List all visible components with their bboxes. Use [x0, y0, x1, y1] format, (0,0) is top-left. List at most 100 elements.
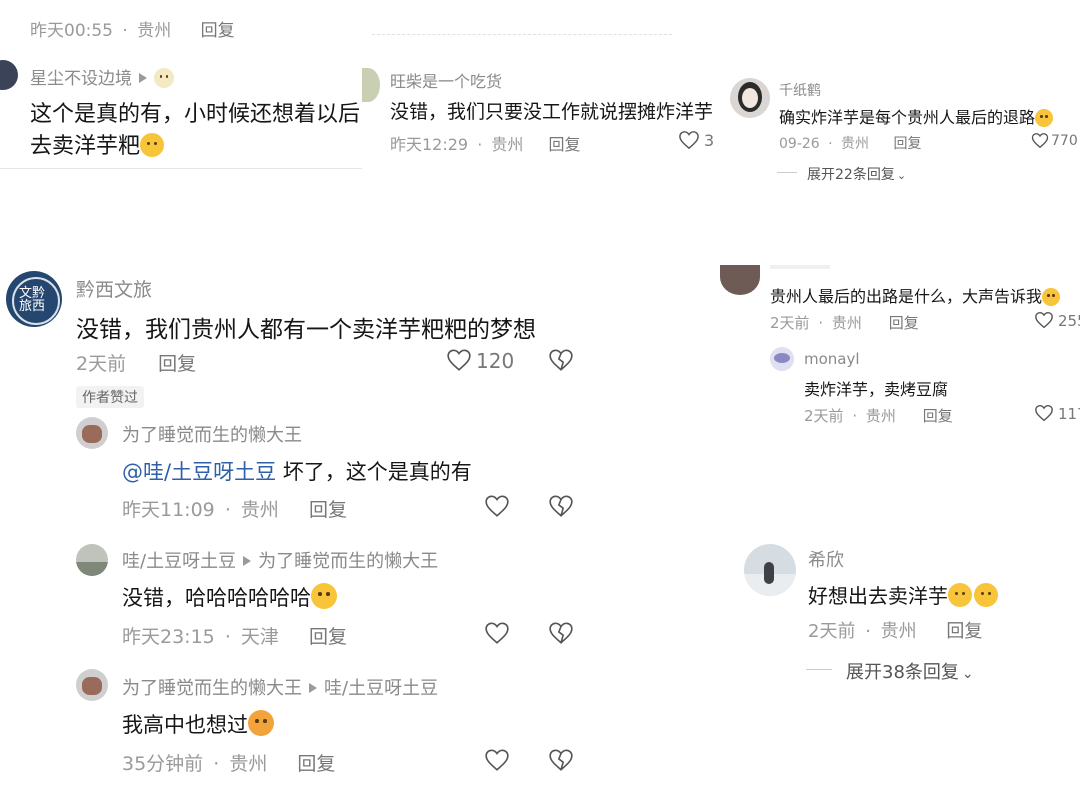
avatar[interactable]: 文黔 旅西: [6, 271, 62, 327]
reply-body: 坏了，这个是真的有: [276, 460, 472, 484]
comment-text: 贵州人最后的出路是什么，大声告诉我: [770, 287, 1043, 306]
like-button[interactable]: [1031, 132, 1049, 149]
divider: [0, 168, 362, 169]
broken-heart-icon: [549, 495, 573, 517]
like-count: 3: [704, 131, 715, 150]
comment-panel-1: 昨天00:55 · 贵州 回复 星尘不设边境 这个是真的有，小时候还想着以后 去…: [0, 0, 362, 170]
comment-meta: 昨天12:29 · 贵州 回复: [390, 131, 581, 155]
reply-button[interactable]: 回复: [894, 136, 922, 152]
reply-location: 天津: [240, 626, 279, 648]
avatar[interactable]: [76, 669, 108, 701]
comment-text: 确实炸洋芋是每个贵州人最后的退路: [779, 108, 1036, 127]
comment-text-line: 去卖洋芋粑: [30, 134, 141, 159]
reply-text: 我高中也想过: [122, 713, 248, 737]
comment-time: 2天前: [76, 353, 127, 375]
reply-meta: 2天前 · 贵州 回复: [804, 405, 953, 426]
reply-to-username[interactable]: 哇/土豆呀土豆: [324, 678, 438, 699]
reply-username[interactable]: 为了睡觉而生的懒大王: [122, 678, 302, 699]
reply-username[interactable]: 哇/土豆呀土豆: [122, 551, 236, 572]
hugging-emoji-icon: [948, 583, 972, 607]
meta-dot: ·: [477, 135, 483, 154]
comment-text: 没错，我们只要没工作就说摆摊炸洋芋: [390, 101, 714, 123]
comment-panel-4: 文黔 旅西 黔西文旅 没错，我们贵州人都有一个卖洋芋粑粑的梦想 2天前 回复 12…: [0, 255, 608, 795]
reply-meta: 昨天23:15 · 天津 回复: [122, 622, 347, 649]
divider: [777, 172, 797, 173]
avatar[interactable]: [362, 68, 380, 102]
avatar[interactable]: [0, 60, 18, 90]
like-button[interactable]: [1034, 404, 1054, 422]
reply-button[interactable]: 回复: [309, 626, 347, 648]
reply-button[interactable]: 回复: [923, 407, 953, 425]
like-button[interactable]: [678, 130, 700, 150]
comment-meta: 2天前 · 贵州 回复: [808, 617, 982, 643]
comment-location: 贵州: [841, 136, 870, 152]
like-button[interactable]: [484, 621, 510, 645]
meta-dot: ·: [852, 407, 858, 425]
meta-dot: ·: [224, 626, 231, 648]
avatar[interactable]: [770, 347, 794, 371]
comment-meta: 09-26 · 贵州 回复: [779, 133, 922, 153]
reply-button[interactable]: 回复: [549, 135, 581, 154]
reply-username[interactable]: 为了睡觉而生的懒大王: [122, 421, 302, 447]
reply-to-username[interactable]: 为了睡觉而生的懒大王: [258, 551, 438, 572]
heart-icon: [447, 349, 471, 371]
like-button[interactable]: [446, 348, 472, 372]
like-button[interactable]: [1034, 311, 1054, 329]
reply-button[interactable]: 回复: [889, 314, 919, 332]
like-count: 770: [1051, 133, 1078, 149]
like-button[interactable]: [484, 494, 510, 518]
dislike-button[interactable]: [548, 748, 574, 772]
meta-dot: ·: [818, 314, 824, 332]
avatar[interactable]: [76, 544, 108, 576]
comment-username[interactable]: 旺柴是一个吃货: [390, 68, 502, 92]
meta-dot: ·: [865, 621, 871, 642]
hugging-emoji-icon: [974, 583, 998, 607]
author-liked-badge: 作者赞过: [76, 386, 144, 408]
comment-location: 贵州: [491, 135, 524, 154]
comment-username[interactable]: 星尘不设边境: [30, 69, 132, 89]
meta-dot: ·: [224, 499, 231, 521]
reply-text: 卖炸洋芋，卖烤豆腐: [804, 380, 949, 399]
like-count: 255: [1058, 312, 1080, 330]
reply-username[interactable]: monayl: [804, 350, 860, 368]
heart-icon: [485, 495, 509, 517]
emoji-icon: [154, 68, 174, 88]
expand-label: 展开22条回复: [807, 167, 895, 183]
comment-panel-5: 贵州人最后的出路是什么，大声告诉我 2天前 · 贵州 回复 255 monayl…: [718, 265, 1080, 435]
reply-button[interactable]: 回复: [297, 753, 335, 775]
reply-button[interactable]: 回复: [158, 353, 196, 375]
comment-location: 贵州: [880, 621, 917, 642]
like-button[interactable]: [484, 748, 510, 772]
dislike-button[interactable]: [548, 348, 574, 372]
avatar[interactable]: [730, 78, 770, 118]
thinking-emoji-icon: [1035, 109, 1054, 127]
expand-label: 展开38条回复: [846, 662, 959, 683]
divider: [770, 265, 830, 269]
broken-heart-icon: [549, 349, 573, 371]
heart-icon: [485, 749, 509, 771]
comment-location: 贵州: [137, 21, 172, 41]
avatar[interactable]: [76, 417, 108, 449]
heart-icon: [1035, 404, 1053, 422]
avatar[interactable]: [744, 544, 796, 596]
comment-username[interactable]: 黔西文旅: [76, 275, 152, 302]
heart-icon: [485, 622, 509, 644]
play-triangle-icon: [309, 683, 317, 693]
broken-heart-icon: [549, 749, 573, 771]
reply-button[interactable]: 回复: [309, 499, 347, 521]
expand-replies-button[interactable]: 展开22条回复 ⌄: [807, 164, 906, 184]
dislike-button[interactable]: [548, 621, 574, 645]
reply-text: 没错，哈哈哈哈哈哈: [122, 586, 311, 610]
mention-link[interactable]: @哇/土豆呀土豆: [122, 460, 276, 484]
comment-username[interactable]: 千纸鹤: [779, 80, 821, 100]
like-count: 117: [1058, 405, 1080, 423]
reply-button[interactable]: 回复: [201, 21, 235, 41]
comment-panel-6: 希欣 好想出去卖洋芋 2天前 · 贵州 回复 展开38条回复 ⌄: [730, 530, 1080, 700]
comment-time: 2天前: [770, 314, 810, 332]
reply-button[interactable]: 回复: [946, 621, 982, 642]
avatar[interactable]: [720, 265, 760, 295]
comment-username[interactable]: 希欣: [808, 546, 844, 572]
dislike-button[interactable]: [548, 494, 574, 518]
expand-replies-button[interactable]: 展开38条回复 ⌄: [846, 658, 974, 684]
meta-dot: ·: [122, 21, 128, 41]
